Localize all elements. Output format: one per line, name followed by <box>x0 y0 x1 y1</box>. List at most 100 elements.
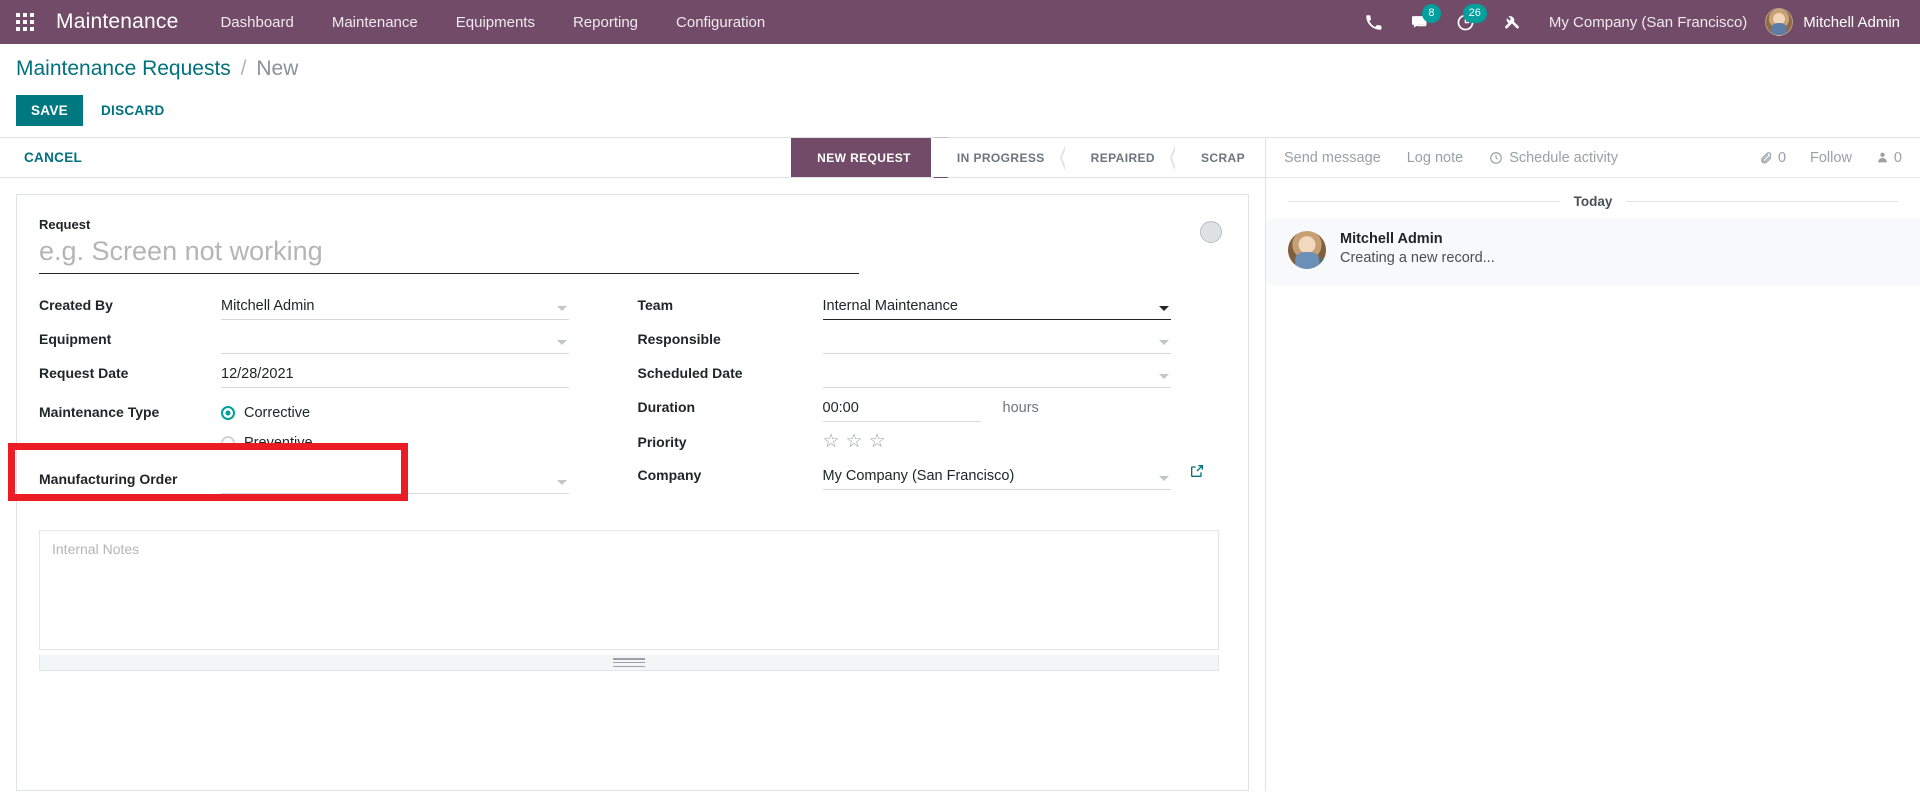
activities-count-badge: 26 <box>1462 4 1487 23</box>
stage-repaired[interactable]: REPAIRED <box>1064 138 1175 178</box>
breadcrumb-current: New <box>256 57 299 80</box>
created-by-input[interactable] <box>221 296 569 321</box>
save-button[interactable]: SAVE <box>16 95 83 127</box>
follower-count-label: 0 <box>1893 149 1902 166</box>
field-maintenance-type: Maintenance Type Corrective Preventive <box>39 398 633 458</box>
tools-icon[interactable] <box>1489 0 1535 44</box>
form-sheet: Request Created By Equipm <box>16 194 1249 792</box>
person-icon <box>1878 152 1887 163</box>
form-pane: CANCEL NEW REQUEST IN PROGRESS REPAIRED … <box>0 137 1265 792</box>
priority-label: Priority <box>637 434 687 451</box>
app-brand-title[interactable]: Maintenance <box>56 10 178 34</box>
radio-corrective-icon[interactable] <box>221 406 235 421</box>
radio-preventive-icon[interactable] <box>221 436 235 451</box>
request-field-label: Request <box>39 217 91 233</box>
radio-preventive-label: Preventive <box>244 435 313 452</box>
nav-menu-dashboard[interactable]: Dashboard <box>220 14 293 31</box>
clock-icon <box>1490 151 1503 164</box>
sheet-wrapper: Request Created By Equipm <box>0 178 1265 792</box>
activity-clock-icon[interactable]: 26 <box>1443 0 1489 44</box>
team-label: Team <box>637 297 674 314</box>
stage-scrap[interactable]: SCRAP <box>1174 138 1265 178</box>
company-input[interactable] <box>822 466 1171 491</box>
stage-new-request[interactable]: NEW REQUEST <box>791 138 931 178</box>
statusbar: CANCEL NEW REQUEST IN PROGRESS REPAIRED … <box>0 138 1265 179</box>
scheduled-date-label: Scheduled Date <box>637 365 743 382</box>
pin-icon: ✈ <box>1318 257 1326 270</box>
radio-corrective-label: Corrective <box>244 405 311 422</box>
user-menu[interactable]: Mitchell Admin <box>1765 8 1900 36</box>
message-content: Mitchell Admin Creating a new record... <box>1340 231 1495 269</box>
schedule-activity-button[interactable]: Schedule activity <box>1489 150 1618 166</box>
control-panel-buttons: SAVE DISCARD <box>16 95 1904 137</box>
paperclip-icon <box>1761 151 1772 164</box>
radio-option-corrective[interactable]: Corrective <box>221 398 569 428</box>
field-request-date: Request Date <box>39 364 633 398</box>
message-body: Creating a new record... <box>1340 250 1495 267</box>
attachment-count[interactable]: 0 <box>1759 150 1786 166</box>
equipment-input[interactable] <box>221 330 569 355</box>
breadcrumb-separator: / <box>240 57 247 80</box>
navbar-right-group: 8 26 My Company (San Francisco) Mitchell… <box>1351 0 1904 44</box>
stage-in-progress[interactable]: IN PROGRESS <box>930 138 1065 178</box>
company-label: Company <box>637 467 702 484</box>
nav-menu-configuration[interactable]: Configuration <box>676 14 765 31</box>
avatar <box>1765 8 1794 36</box>
field-manufacturing-order: Manufacturing Order <box>39 470 633 504</box>
radio-option-preventive[interactable]: Preventive <box>221 428 569 458</box>
field-equipment: Equipment <box>39 330 633 364</box>
equipment-label: Equipment <box>39 331 112 348</box>
day-divider-label: Today <box>1573 194 1613 210</box>
main-area: CANCEL NEW REQUEST IN PROGRESS REPAIRED … <box>0 137 1920 792</box>
messages-icon[interactable]: 8 <box>1397 0 1443 44</box>
stage-pipeline: NEW REQUEST IN PROGRESS REPAIRED SCRAP <box>791 138 1265 178</box>
discard-button[interactable]: DISCARD <box>91 95 175 126</box>
team-input[interactable] <box>822 296 1171 321</box>
star-icon-1[interactable]: ☆ <box>823 432 840 451</box>
kanban-color-dot[interactable] <box>1200 221 1222 244</box>
internal-notes-wrapper <box>39 530 1226 672</box>
nav-menu-maintenance[interactable]: Maintenance <box>332 14 418 31</box>
follow-button[interactable]: Follow <box>1810 150 1852 166</box>
duration-unit-label: hours <box>1002 400 1039 417</box>
field-responsible: Responsible <box>638 330 1227 364</box>
star-icon-3[interactable]: ☆ <box>869 432 886 451</box>
priority-stars[interactable]: ☆ ☆ ☆ <box>823 432 1171 455</box>
nav-menu-reporting[interactable]: Reporting <box>573 14 638 31</box>
message-author: Mitchell Admin <box>1340 231 1443 248</box>
request-date-input[interactable] <box>221 364 569 389</box>
grip-lines-icon <box>613 657 645 669</box>
user-name-label: Mitchell Admin <box>1803 13 1900 31</box>
chatter-toolbar: Send message Log note Schedule activity … <box>1266 138 1920 179</box>
external-link-icon[interactable] <box>1189 463 1205 484</box>
message-avatar: ✈ <box>1288 231 1326 270</box>
phone-icon[interactable] <box>1351 0 1397 44</box>
form-columns: Created By Equipment <box>39 296 1226 504</box>
nav-menu-equipments[interactable]: Equipments <box>456 14 535 31</box>
company-switcher[interactable]: My Company (San Francisco) <box>1549 14 1747 31</box>
send-message-button[interactable]: Send message <box>1284 150 1381 166</box>
responsible-input[interactable] <box>822 330 1171 355</box>
internal-notes-textarea[interactable] <box>39 530 1219 651</box>
breadcrumb-root[interactable]: Maintenance Requests <box>16 57 231 80</box>
divider-line-left <box>1288 201 1560 203</box>
cancel-button[interactable]: CANCEL <box>16 144 90 171</box>
manufacturing-order-input[interactable] <box>221 470 569 495</box>
created-by-label: Created By <box>39 297 113 314</box>
messages-count-badge: 8 <box>1421 4 1441 23</box>
field-team: Team <box>638 296 1227 330</box>
follower-count[interactable]: 0 <box>1876 150 1902 166</box>
request-input[interactable] <box>39 234 859 275</box>
schedule-activity-label: Schedule activity <box>1509 149 1618 166</box>
star-icon-2[interactable]: ☆ <box>846 432 863 451</box>
top-navbar: Maintenance Dashboard Maintenance Equipm… <box>0 0 1920 44</box>
notes-resize-handle[interactable] <box>39 655 1219 672</box>
field-company: Company <box>637 463 1227 500</box>
apps-grid-icon[interactable] <box>16 13 34 31</box>
duration-input[interactable] <box>822 398 981 423</box>
divider-line-right <box>1626 201 1899 203</box>
log-note-button[interactable]: Log note <box>1407 150 1463 166</box>
breadcrumb: Maintenance Requests / New <box>16 56 1904 81</box>
maintenance-type-label: Maintenance Type <box>39 404 160 421</box>
scheduled-date-input[interactable] <box>822 364 1171 389</box>
